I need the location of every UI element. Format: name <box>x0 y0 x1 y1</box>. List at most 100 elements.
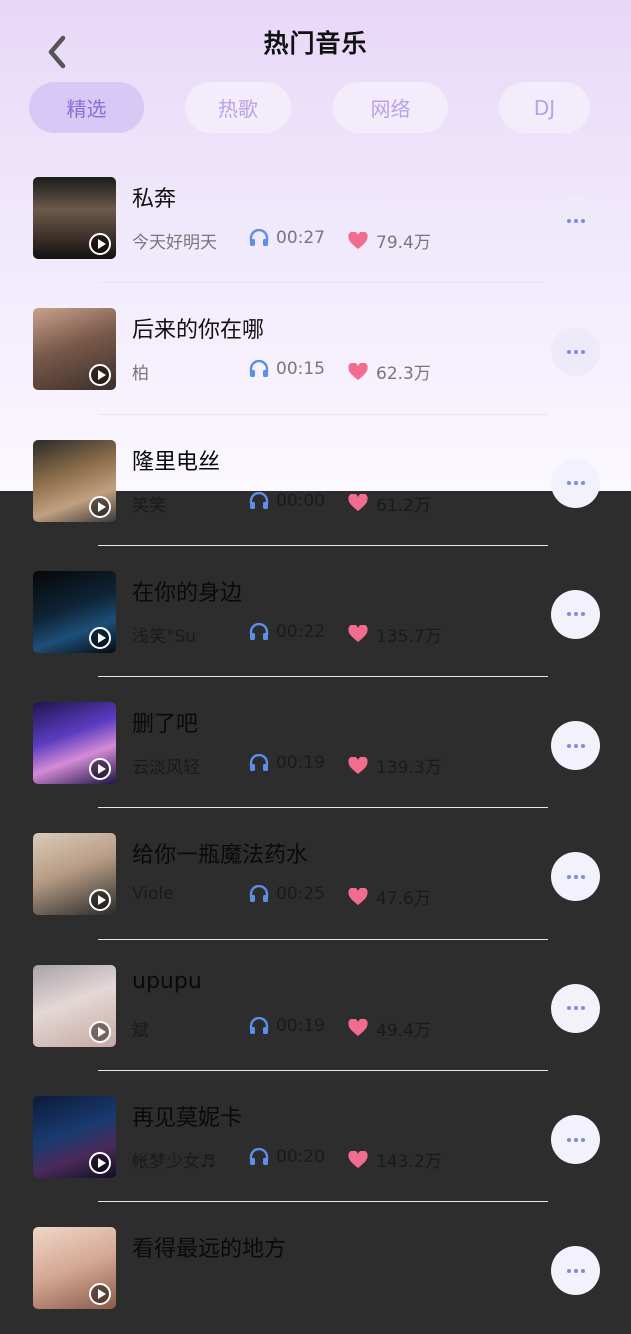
headphones-icon <box>249 622 269 640</box>
song-cover-thumbnail[interactable] <box>33 177 116 259</box>
song-row[interactable]: 看得最远的地方 <box>0 1202 631 1333</box>
likes-count: 135.7万 <box>376 626 442 647</box>
more-dots-icon <box>566 349 585 354</box>
heart-icon <box>348 362 368 380</box>
more-options-button[interactable] <box>551 1246 600 1296</box>
duration-text: 00:25 <box>276 884 325 905</box>
play-icon[interactable] <box>89 495 111 518</box>
song-duration: 00:19 <box>249 1016 325 1036</box>
play-icon[interactable] <box>89 364 111 387</box>
more-dots-icon <box>566 743 585 748</box>
category-tabs: 精选 热歌 网络 DJ <box>0 82 631 134</box>
song-artist: 今天好明天 <box>132 233 217 253</box>
song-title: 再见莫妮卡 <box>132 1106 243 1132</box>
song-title: 在你的身边 <box>132 580 243 606</box>
more-options-button[interactable] <box>551 983 600 1033</box>
song-likes: 79.4万 <box>348 228 431 253</box>
more-dots-icon <box>566 1137 585 1142</box>
song-cover-thumbnail[interactable] <box>33 702 116 785</box>
song-title: 后来的你在哪 <box>132 318 265 344</box>
headphones-icon <box>249 360 269 378</box>
more-options-button[interactable] <box>551 589 600 639</box>
headphones-icon <box>249 1148 269 1166</box>
song-duration: 00:25 <box>249 884 325 904</box>
song-row[interactable]: 后来的你在哪柏 00:15 62.3万 <box>0 283 631 415</box>
header-bar: 热门音乐 <box>0 0 631 80</box>
duration-text: 00:20 <box>276 1147 325 1168</box>
song-title: upupu <box>132 968 202 994</box>
likes-count: 61.2万 <box>376 495 431 516</box>
more-dots-icon <box>566 1268 585 1273</box>
song-title: 私奔 <box>132 187 177 212</box>
tab-dj[interactable]: DJ <box>499 82 590 133</box>
play-icon[interactable] <box>89 889 111 912</box>
song-title: 给你一瓶魔法药水 <box>132 843 309 869</box>
song-row[interactable]: 私奔今天好明天 00:27 79.4万 <box>0 152 631 284</box>
song-title: 看得最远的地方 <box>132 1237 287 1263</box>
song-duration: 00:20 <box>249 1147 325 1167</box>
song-list: 私奔今天好明天 00:27 79.4万后来的你在哪柏 00:15 62.3万隆里电丝笑笑… <box>0 152 631 1334</box>
likes-count: 143.2万 <box>376 1152 442 1173</box>
more-options-button[interactable] <box>551 721 600 771</box>
song-cover-thumbnail[interactable] <box>33 439 116 522</box>
tab-featured[interactable]: 精选 <box>29 82 144 133</box>
song-likes: 49.4万 <box>348 1016 431 1041</box>
likes-count: 79.4万 <box>376 233 431 253</box>
heart-icon <box>348 494 368 512</box>
play-icon[interactable] <box>89 233 111 255</box>
play-icon[interactable] <box>89 1020 111 1043</box>
more-options-button[interactable] <box>551 1115 600 1165</box>
duration-text: 00:19 <box>276 753 325 774</box>
song-row[interactable]: 再见莫妮卡帐梦少女♬ 00:20 143.2万 <box>0 1071 631 1203</box>
more-dots-icon <box>566 481 585 486</box>
heart-icon <box>348 1019 368 1037</box>
more-dots-icon <box>566 1006 585 1011</box>
duration-text: 00:00 <box>276 490 325 511</box>
heart-icon <box>348 756 368 774</box>
more-options-button[interactable] <box>551 458 600 508</box>
headphones-icon <box>249 491 269 509</box>
headphones-icon <box>249 885 269 903</box>
song-duration: 00:22 <box>249 622 325 642</box>
page-title: 热门音乐 <box>263 29 368 58</box>
song-artist: 帐梦少女♬ <box>132 1152 216 1173</box>
headphones-icon <box>249 1016 269 1034</box>
song-row[interactable]: 隆里电丝笑笑 00:00 61.2万 <box>0 415 631 546</box>
song-cover-thumbnail[interactable] <box>33 833 116 916</box>
song-cover-thumbnail[interactable] <box>33 1227 116 1310</box>
song-row[interactable]: 删了吧 云淡风轻 00:19 139.3万 <box>0 677 631 809</box>
song-row[interactable]: 给你一瓶魔法药水 Viole 00:25 47.6万 <box>0 808 631 940</box>
more-options-button[interactable] <box>551 852 600 902</box>
play-icon[interactable] <box>89 1152 111 1175</box>
play-icon[interactable] <box>89 1283 111 1306</box>
song-title: 隆里电丝 <box>132 449 221 475</box>
likes-count: 49.4万 <box>376 1020 431 1041</box>
song-row[interactable]: upupu 斌 00:19 49.4万 <box>0 940 631 1072</box>
song-cover-thumbnail[interactable] <box>33 308 116 391</box>
song-artist: 斌 <box>132 1020 149 1041</box>
duration-text: 00:15 <box>276 359 325 380</box>
headphones-icon <box>249 754 269 772</box>
song-artist: 笑笑 <box>132 495 166 516</box>
duration-text: 00:27 <box>276 228 325 248</box>
more-dots-icon <box>566 874 585 879</box>
song-row[interactable]: 在你的身边 浅笑°Su 00:22 135.7万 <box>0 546 631 678</box>
tab-network[interactable]: 网络 <box>333 82 448 133</box>
heart-icon <box>348 231 368 249</box>
more-options-button[interactable] <box>551 196 600 245</box>
more-dots-icon <box>566 612 585 617</box>
song-cover-thumbnail[interactable] <box>33 1096 116 1179</box>
song-cover-thumbnail[interactable] <box>33 570 116 653</box>
song-cover-thumbnail[interactable] <box>33 964 116 1047</box>
tab-hot-songs[interactable]: 热歌 <box>185 82 291 133</box>
duration-text: 00:19 <box>276 1015 325 1036</box>
song-likes: 47.6万 <box>348 884 431 909</box>
play-icon[interactable] <box>89 758 111 781</box>
song-artist: 柏 <box>132 364 149 385</box>
likes-count: 62.3万 <box>376 364 431 385</box>
more-options-button[interactable] <box>551 327 600 377</box>
song-duration: 00:19 <box>249 753 325 773</box>
song-artist: 云淡风轻 <box>132 758 200 779</box>
play-icon[interactable] <box>89 626 111 649</box>
song-likes: 143.2万 <box>348 1147 442 1172</box>
